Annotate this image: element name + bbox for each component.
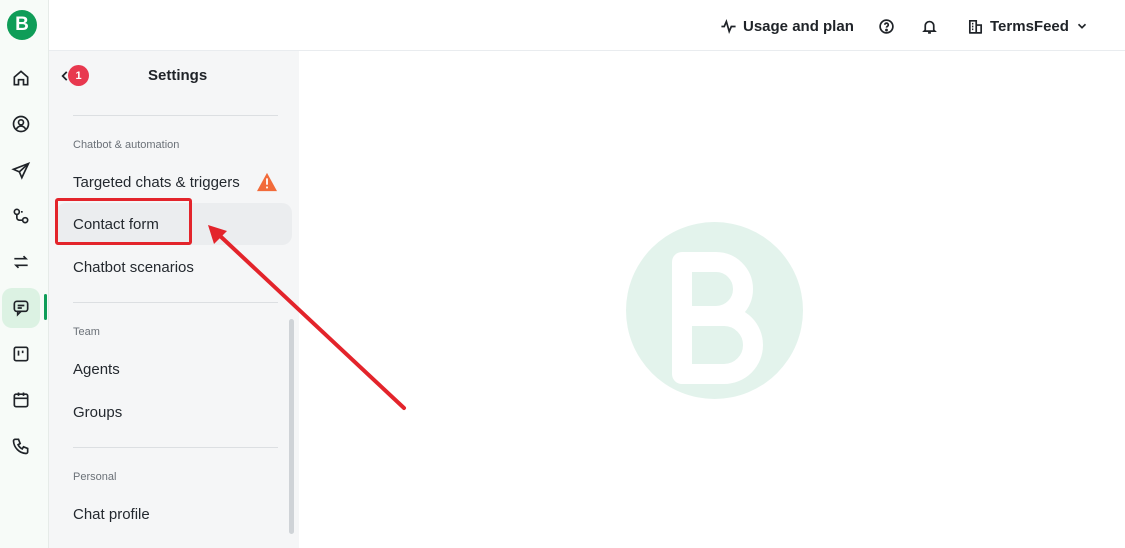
contacts-icon[interactable] <box>4 107 38 141</box>
help-button[interactable] <box>878 14 895 38</box>
usage-and-plan-label: Usage and plan <box>743 17 854 35</box>
top-bar: Usage and plan TermsFeed <box>49 0 1125 51</box>
settings-sidebar: 1 Settings Chatbot & automation Targeted… <box>49 51 299 548</box>
menu-item-agents[interactable]: Agents <box>73 361 120 378</box>
divider <box>73 115 278 116</box>
usage-and-plan-button[interactable]: Usage and plan <box>720 14 854 38</box>
placeholder-logo <box>626 222 803 399</box>
bell-icon <box>922 20 937 34</box>
chevron-down-icon <box>1077 23 1086 29</box>
notification-badge: 1 <box>68 65 89 86</box>
section-label-team: Team <box>73 326 100 338</box>
menu-item-targeted-chats[interactable]: Targeted chats & triggers <box>73 174 240 191</box>
brand-b-icon <box>672 252 763 384</box>
notifications-button[interactable] <box>921 14 938 38</box>
send-icon[interactable] <box>4 154 38 188</box>
help-icon <box>879 18 894 34</box>
app-window: B Usage and plan TermsFeed 1 Settings Ch… <box>0 0 1125 548</box>
brand-logo[interactable]: B <box>7 10 37 40</box>
pulse-icon <box>721 18 736 34</box>
sidebar-scrollbar[interactable] <box>289 319 294 534</box>
menu-item-chat-profile[interactable]: Chat profile <box>73 506 150 523</box>
active-indicator <box>44 294 47 320</box>
automation-icon[interactable] <box>4 199 38 233</box>
warning-icon <box>257 172 277 192</box>
chat-icon[interactable] <box>2 288 40 328</box>
phone-icon[interactable] <box>4 429 38 463</box>
menu-item-groups[interactable]: Groups <box>73 404 122 421</box>
transfer-icon[interactable] <box>4 245 38 279</box>
divider <box>73 302 278 303</box>
section-label-personal: Personal <box>73 471 117 483</box>
menu-item-chatbot-scenarios[interactable]: Chatbot scenarios <box>73 259 194 276</box>
home-icon[interactable] <box>4 61 38 95</box>
nav-rail: B <box>0 0 49 548</box>
settings-title: Settings <box>148 67 208 84</box>
account-menu[interactable]: TermsFeed <box>967 14 1089 38</box>
calendar-icon[interactable] <box>4 383 38 417</box>
building-icon <box>968 19 983 34</box>
section-label-chatbot: Chatbot & automation <box>73 139 180 151</box>
divider <box>73 447 278 448</box>
board-icon[interactable] <box>4 337 38 371</box>
annotation-highlight-box <box>55 198 192 245</box>
account-name: TermsFeed <box>990 17 1069 35</box>
